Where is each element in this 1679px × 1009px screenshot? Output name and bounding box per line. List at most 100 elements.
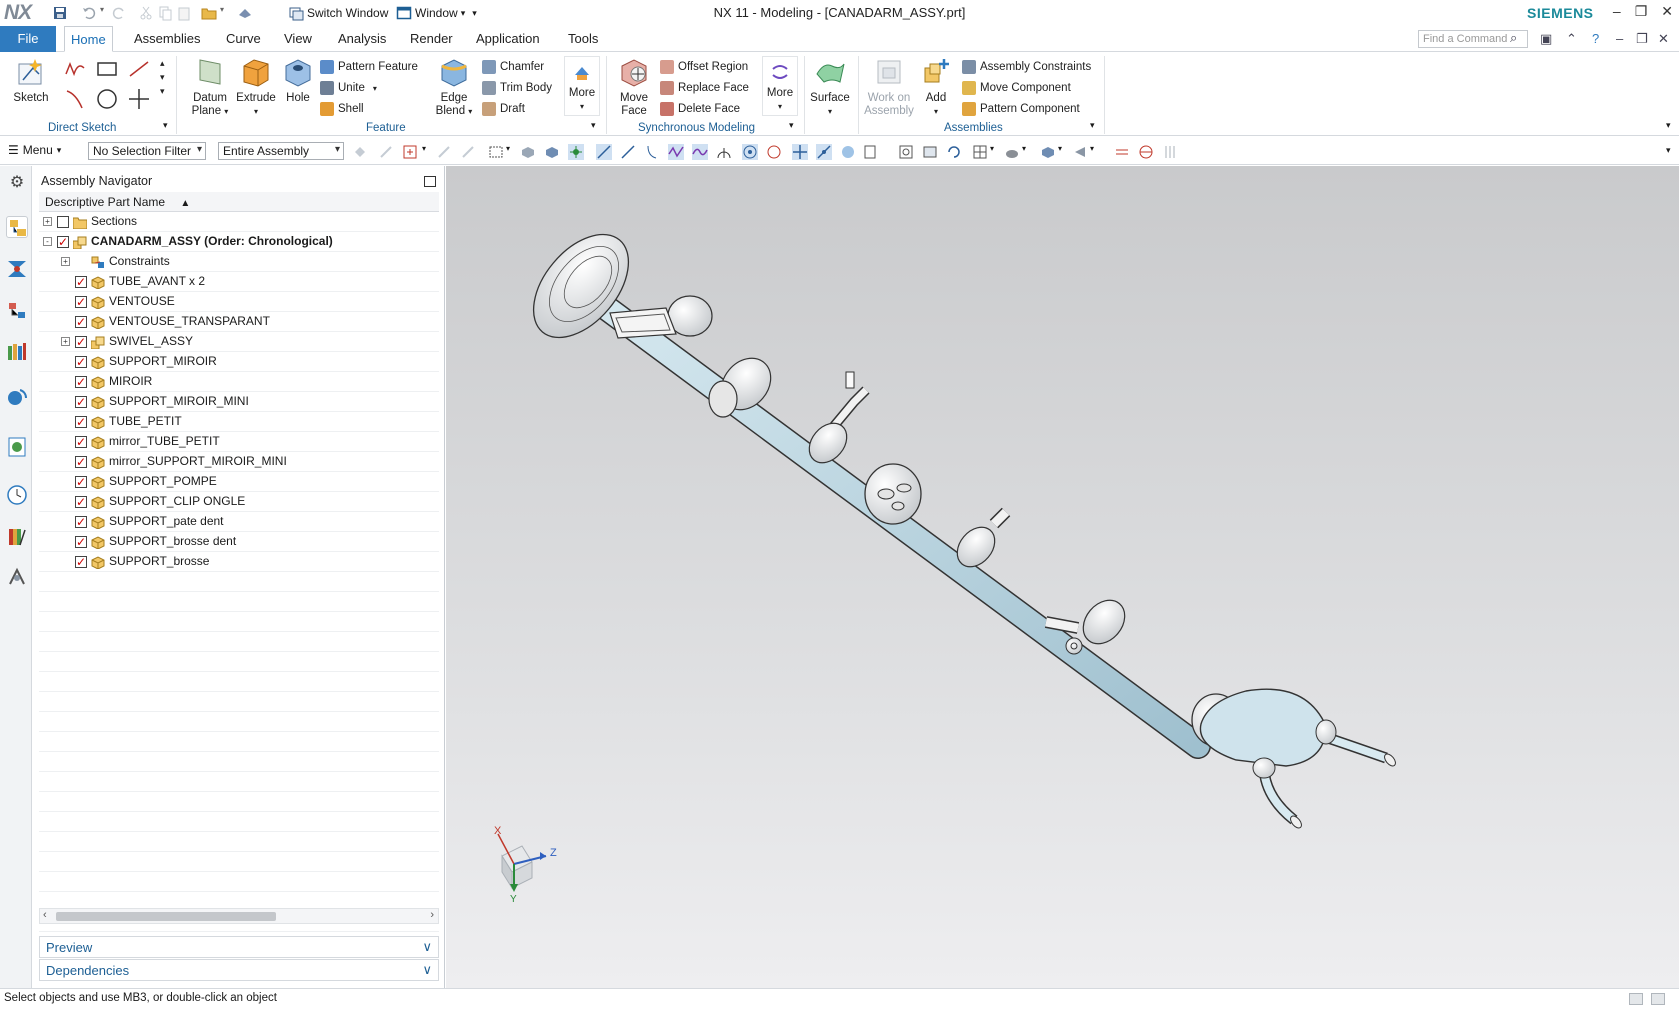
rendering-style-list-icon[interactable]: ▾ (1022, 144, 1030, 160)
end-point-icon[interactable] (596, 144, 612, 160)
profile-icon[interactable] (64, 60, 86, 78)
support-miroir[interactable] (609, 295, 713, 339)
replace-face-button[interactable]: Replace Face (660, 79, 749, 97)
support-miroir-mini[interactable] (830, 371, 870, 430)
show-hide-icon[interactable] (1162, 144, 1178, 160)
selection-filter-dropdown[interactable]: No Selection Filter (88, 142, 206, 160)
tree-row[interactable]: - CANADARM_ASSY (Order: Chronological) (39, 232, 439, 252)
select-by-drag-icon[interactable] (460, 144, 476, 160)
offset-region-button[interactable]: Offset Region (660, 58, 748, 76)
undo-list-icon[interactable]: ▾ (100, 5, 108, 21)
doc-restore-icon[interactable]: ❐ (1636, 31, 1648, 47)
tab-analysis[interactable]: Analysis (332, 26, 392, 52)
find-command-search-icon[interactable]: ⌕ (1510, 30, 1517, 46)
tab-application[interactable]: Application (470, 26, 546, 52)
circle-icon[interactable] (96, 89, 118, 109)
rotate-icon[interactable] (946, 144, 962, 160)
feature-options-icon[interactable]: ▾ (591, 120, 596, 131)
pattern-component-button[interactable]: Pattern Component (962, 100, 1080, 118)
expand-icon[interactable]: + (61, 257, 70, 266)
arc-icon[interactable] (64, 90, 86, 109)
paste-icon[interactable] (176, 5, 192, 21)
visibility-checkbox[interactable] (75, 433, 87, 452)
fit-icon[interactable] (898, 144, 914, 160)
unite-button[interactable]: Unite ▾ (320, 79, 377, 97)
switch-window-button[interactable]: Switch Window (288, 4, 388, 22)
assembly-constraints-button[interactable]: Assembly Constraints (962, 58, 1091, 76)
assembly-navigator-icon[interactable] (6, 216, 28, 238)
tangent-point-icon[interactable] (766, 144, 782, 160)
work-layer-list-icon[interactable]: ▾ (1090, 144, 1098, 160)
select-body-icon[interactable] (544, 144, 560, 160)
expand-icon[interactable]: + (61, 337, 70, 346)
sketch-gallery-scroll-icon[interactable]: ▴ ▾ ▾ (160, 56, 165, 98)
copy-icon[interactable] (157, 5, 173, 21)
surface-button[interactable]: Surface ▾ (808, 56, 852, 118)
dependencies-section-header[interactable]: Dependencies ∨ (39, 959, 439, 981)
process-studio-icon[interactable] (6, 566, 28, 588)
status-selection-icon[interactable] (1629, 993, 1643, 1005)
add-component-button[interactable]: Add ▾ (918, 56, 954, 118)
system-materials-icon[interactable] (6, 526, 28, 548)
customize-qa-icon[interactable]: ▾ (472, 8, 477, 19)
zoom-icon[interactable] (922, 144, 938, 160)
general-selection-intent-icon[interactable] (352, 144, 368, 160)
synchronous-options-icon[interactable]: ▾ (789, 120, 794, 131)
intersection-point-icon[interactable] (668, 144, 684, 160)
existing-point-icon[interactable] (792, 144, 808, 160)
settings-gear-icon[interactable]: ⚙ (6, 172, 28, 194)
work-layer-icon[interactable] (1072, 144, 1088, 160)
save-icon[interactable] (52, 5, 68, 21)
pattern-feature-button[interactable]: Pattern Feature (320, 58, 418, 76)
shell-button[interactable]: Shell (320, 100, 364, 118)
line-icon[interactable] (128, 60, 150, 78)
orient-view-icon[interactable] (972, 144, 988, 160)
hd3d-tools-icon[interactable] (6, 386, 28, 408)
control-point-icon[interactable] (644, 144, 660, 160)
tab-assemblies[interactable]: Assemblies (128, 26, 206, 52)
rectangle-icon[interactable] (96, 60, 118, 78)
visibility-checkbox[interactable] (75, 273, 87, 292)
restore-icon[interactable]: ❐ (1635, 3, 1648, 20)
resource-bar-icon[interactable]: ▣ (1540, 31, 1552, 47)
swivel-assy[interactable] (864, 463, 922, 525)
tab-file[interactable]: File (0, 26, 56, 52)
tube-avant-joint[interactable] (708, 348, 781, 419)
tree-row[interactable]: MIROIR (39, 372, 439, 392)
tree-row[interactable]: + Constraints (39, 252, 439, 272)
preview-section-header[interactable]: Preview ∨ (39, 936, 439, 958)
datum-plane-button[interactable]: Datum Plane ▾ (188, 56, 232, 118)
tree-row[interactable]: VENTOUSE (39, 292, 439, 312)
help-icon[interactable]: ? (1592, 31, 1599, 46)
undo-icon[interactable] (81, 5, 97, 21)
select-features-icon[interactable] (402, 144, 418, 160)
visibility-checkbox[interactable] (75, 373, 87, 392)
select-filter-icon[interactable] (862, 144, 878, 160)
doc-close-icon[interactable]: ✕ (1658, 31, 1669, 47)
visibility-checkbox[interactable] (75, 293, 87, 312)
reuse-library-icon[interactable] (6, 340, 28, 362)
tab-tools[interactable]: Tools (562, 26, 604, 52)
menu-button[interactable]: ☰ Menu ▾ (8, 143, 61, 157)
tree-row[interactable]: TUBE_PETIT (39, 412, 439, 432)
visibility-checkbox[interactable] (75, 313, 87, 332)
tree-row[interactable]: + Sections (39, 212, 439, 232)
close-icon[interactable]: ✕ (1661, 3, 1673, 20)
delete-face-button[interactable]: Delete Face (660, 100, 740, 118)
assembly-model-view[interactable]: X Z Y (446, 166, 1679, 988)
visibility-checkbox[interactable] (75, 453, 87, 472)
tab-view[interactable]: View (278, 26, 318, 52)
scroll-left-icon[interactable]: ‹ (43, 909, 47, 921)
tab-render[interactable]: Render (404, 26, 459, 52)
window-menu-button[interactable]: Window ▾ ▾ (396, 4, 477, 22)
hole-button[interactable]: Hole (280, 56, 316, 105)
selection-bar-options-icon[interactable]: ▾ (1666, 145, 1671, 156)
edit-section-icon[interactable] (1040, 144, 1056, 160)
tree-row[interactable]: SUPPORT_CLIP ONGLE (39, 492, 439, 512)
rectangle-select-icon[interactable] (488, 144, 504, 160)
expand-icon[interactable]: + (43, 217, 52, 226)
visibility-checkbox[interactable] (57, 216, 69, 228)
visibility-checkbox[interactable] (75, 513, 87, 532)
tree-row[interactable]: SUPPORT_POMPE (39, 472, 439, 492)
orient-view-list-icon[interactable]: ▾ (990, 144, 998, 160)
